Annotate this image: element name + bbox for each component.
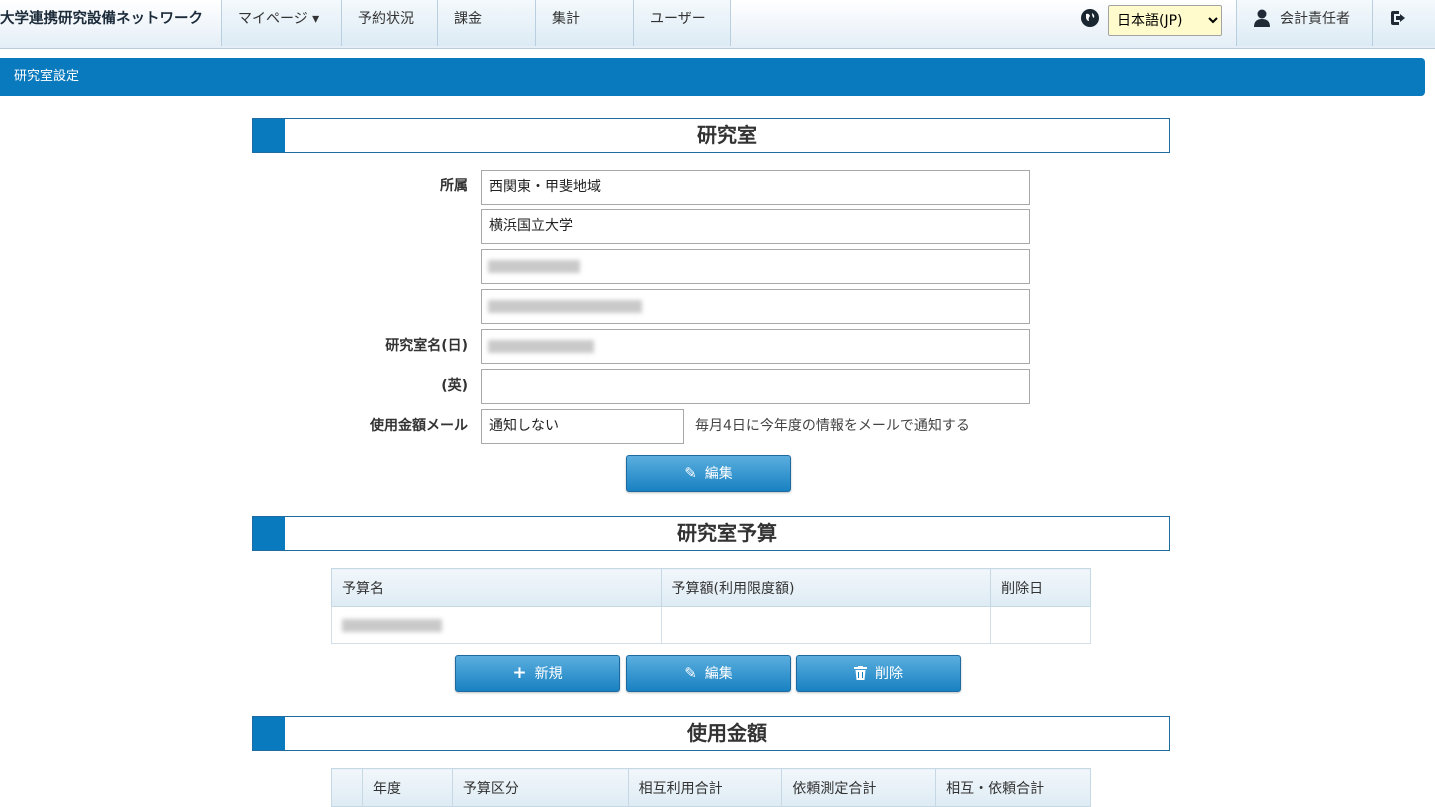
budget-col-name[interactable]: 予算名 xyxy=(331,568,662,607)
budget-amount-cell[interactable] xyxy=(660,606,992,644)
usage-col-mutual-total[interactable]: 相互利用合計 xyxy=(627,768,783,807)
nav-tab-mypage[interactable]: マイページ ▾ xyxy=(221,0,341,46)
usage-mail-field[interactable]: 通知しない xyxy=(481,409,684,444)
nav-tab-billing[interactable]: 課金 xyxy=(437,0,535,46)
section-marker xyxy=(253,717,285,750)
logout-icon xyxy=(1391,11,1405,25)
budget-delete-button[interactable]: 削除 xyxy=(796,655,961,692)
lab-name-en-field[interactable] xyxy=(481,369,1030,404)
usage-table: 年度 予算区分 相互利用合計 依頼測定合計 相互・依頼合計 xyxy=(331,768,1091,807)
lab-edit-button-label: 編集 xyxy=(704,466,733,482)
language-select[interactable]: 日本語(JP) xyxy=(1108,5,1222,36)
budget-edit-button-label: 編集 xyxy=(704,666,733,682)
usage-table-header-row: 年度 予算区分 相互利用合計 依頼測定合計 相互・依頼合計 xyxy=(331,768,1091,807)
affiliation-label: 所属 xyxy=(440,178,468,194)
affiliation-field-university[interactable]: 横浜国立大学 xyxy=(481,209,1030,244)
usage-section-title: 使用金額 xyxy=(687,721,767,745)
budget-table-header-row: 予算名 予算額(利用限度額) 削除日 xyxy=(331,568,1091,607)
brand-title[interactable]: 大学連携研究設備ネットワーク xyxy=(0,0,203,46)
budget-name-cell[interactable] xyxy=(331,606,662,644)
usage-col-request-total[interactable]: 依頼測定合計 xyxy=(781,768,937,807)
lab-name-ja-field[interactable] xyxy=(481,329,1030,364)
usage-section-header: 使用金額 xyxy=(252,716,1170,751)
nav-tab-users[interactable]: ユーザー xyxy=(633,0,731,46)
nav-tab-reservation[interactable]: 予約状況 xyxy=(341,0,437,46)
pencil-icon: ✎ xyxy=(684,464,697,482)
budget-section-title: 研究室予算 xyxy=(677,521,777,545)
affiliation-field-course[interactable] xyxy=(481,289,1030,324)
budget-deleted-cell[interactable] xyxy=(990,606,1091,644)
usage-col-select[interactable] xyxy=(331,768,363,807)
user-menu[interactable]: 会計責任者 xyxy=(1236,0,1373,46)
budget-col-amount[interactable]: 予算額(利用限度額) xyxy=(660,568,992,607)
redacted-text xyxy=(488,340,594,353)
budget-edit-button[interactable]: ✎ 編集 xyxy=(626,655,791,692)
lab-section-title: 研究室 xyxy=(697,123,757,147)
usage-col-combined-total[interactable]: 相互・依頼合計 xyxy=(935,768,1091,807)
usage-mail-note: 毎月4日に今年度の情報をメールで通知する xyxy=(695,418,970,434)
table-row[interactable] xyxy=(331,606,1091,644)
affiliation-field-region[interactable]: 西関東・甲斐地域 xyxy=(481,170,1030,205)
budget-delete-button-label: 削除 xyxy=(875,666,903,682)
user-role-label: 会計責任者 xyxy=(1280,11,1350,27)
page-header: 研究室設定 xyxy=(0,58,1425,96)
budget-table: 予算名 予算額(利用限度額) 削除日 xyxy=(331,568,1091,644)
lab-edit-button[interactable]: ✎ 編集 xyxy=(626,455,791,492)
top-navbar: 大学連携研究設備ネットワーク マイページ ▾ 予約状況 課金 集計 ユーザー 日… xyxy=(0,0,1435,49)
logout-button[interactable] xyxy=(1372,0,1435,46)
usage-col-budget-type[interactable]: 予算区分 xyxy=(451,768,629,807)
user-icon xyxy=(1254,9,1270,27)
pencil-icon: ✎ xyxy=(684,664,697,682)
nav-tab-summary[interactable]: 集計 xyxy=(535,0,633,46)
redacted-text xyxy=(488,300,642,313)
trash-icon xyxy=(854,656,867,691)
budget-section-header: 研究室予算 xyxy=(252,516,1170,551)
usage-mail-label: 使用金額メール xyxy=(370,418,468,434)
section-marker xyxy=(253,119,285,152)
budget-new-button-label: 新規 xyxy=(534,666,563,682)
affiliation-field-department[interactable] xyxy=(481,249,1030,284)
lab-section-header: 研究室 xyxy=(252,118,1170,153)
budget-col-deleted[interactable]: 削除日 xyxy=(990,568,1091,607)
usage-col-year[interactable]: 年度 xyxy=(361,768,453,807)
lab-name-en-label: (英) xyxy=(441,378,468,394)
section-marker xyxy=(253,517,285,550)
redacted-text xyxy=(342,619,442,632)
lab-name-ja-label: 研究室名(日) xyxy=(385,338,468,354)
budget-new-button[interactable]: + 新規 xyxy=(455,655,620,692)
globe-icon xyxy=(1081,9,1099,27)
plus-icon: + xyxy=(512,663,527,683)
redacted-text xyxy=(488,260,580,273)
